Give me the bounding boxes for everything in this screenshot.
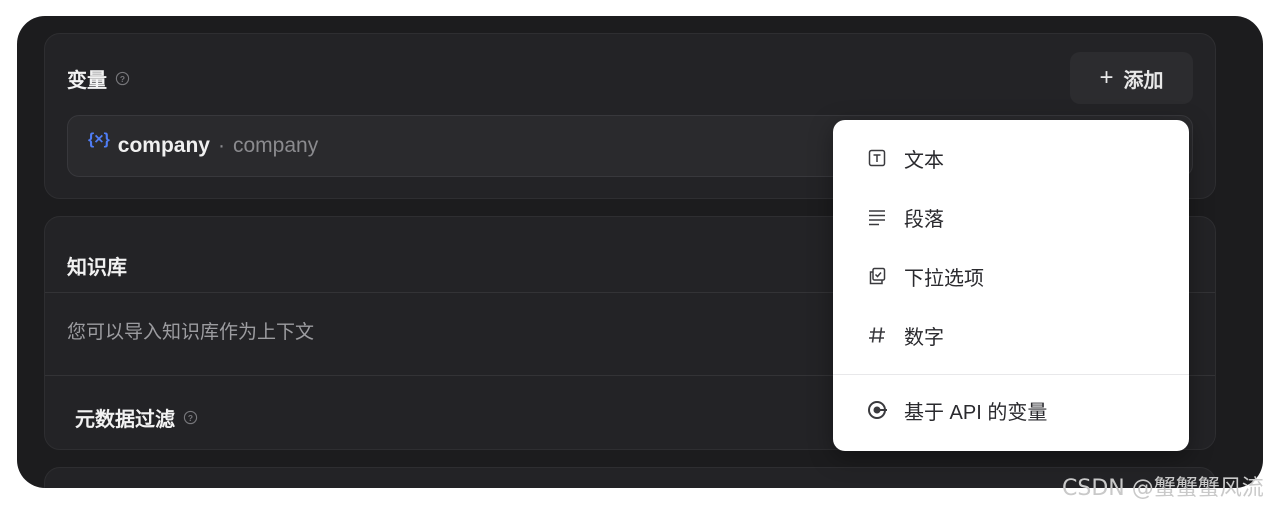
knowledge-title: 知识库 bbox=[67, 257, 127, 279]
svg-text:?: ? bbox=[120, 74, 125, 84]
add-button-label: 添加 bbox=[1123, 69, 1164, 92]
text-box-icon bbox=[866, 147, 888, 169]
add-variable-button[interactable]: + 添加 bbox=[1070, 52, 1193, 104]
plus-icon: + bbox=[1099, 64, 1114, 91]
metadata-filter-label: 元数据过滤 bbox=[75, 409, 175, 431]
menu-item-label: 基于 API 的变量 bbox=[904, 401, 1048, 424]
menu-item-label: 数字 bbox=[904, 326, 944, 349]
menu-item-label: 段落 bbox=[904, 208, 944, 231]
menu-item-paragraph[interactable]: 段落 bbox=[833, 195, 1189, 239]
separator-dot: · bbox=[218, 134, 225, 157]
help-icon[interactable]: ? bbox=[183, 410, 198, 425]
hash-icon bbox=[866, 324, 888, 346]
variables-header: 变量 ? bbox=[67, 64, 130, 93]
menu-item-select[interactable]: 下拉选项 bbox=[833, 254, 1189, 298]
metadata-filter-header[interactable]: 元数据过滤 ? bbox=[75, 403, 198, 432]
paragraph-icon bbox=[866, 206, 888, 228]
knowledge-header: 知识库 bbox=[67, 251, 127, 280]
variable-label: company bbox=[233, 134, 319, 157]
variables-title: 变量 bbox=[67, 70, 107, 92]
menu-item-text[interactable]: 文本 bbox=[833, 136, 1189, 180]
menu-item-number[interactable]: 数字 bbox=[833, 313, 1189, 357]
help-icon[interactable]: ? bbox=[115, 71, 130, 86]
menu-item-label: 文本 bbox=[904, 149, 944, 172]
svg-text:?: ? bbox=[188, 413, 193, 423]
knowledge-description: 您可以导入知识库作为上下文 bbox=[67, 322, 315, 343]
watermark: CSDN @蟹蟹蟹风流 bbox=[1062, 476, 1264, 501]
next-card bbox=[44, 467, 1216, 488]
dropdown-options-icon bbox=[866, 265, 888, 287]
variable-type-menu: 文本 段落 下拉选项 数字 基于 API 的变量 bbox=[833, 120, 1189, 451]
menu-item-label: 下拉选项 bbox=[904, 267, 984, 290]
menu-divider bbox=[833, 374, 1189, 375]
variable-name: company bbox=[117, 134, 210, 157]
menu-item-api[interactable]: 基于 API 的变量 bbox=[833, 388, 1189, 432]
api-icon bbox=[866, 399, 888, 421]
variable-icon: {×} bbox=[88, 131, 110, 148]
